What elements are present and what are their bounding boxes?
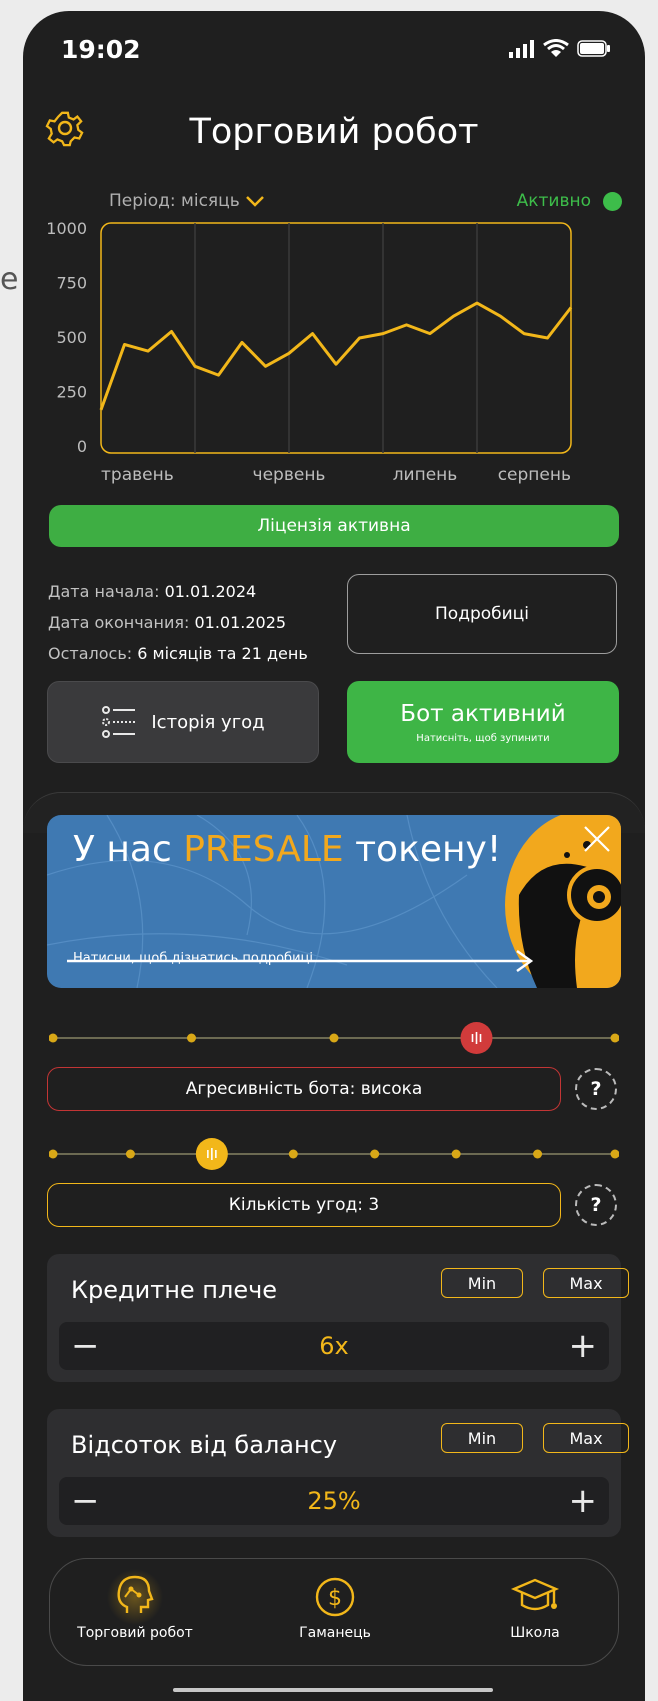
y-tick-label: 500	[56, 328, 87, 347]
graduation-cap-icon	[460, 1569, 610, 1625]
leverage-value: 6x	[319, 1332, 349, 1360]
status-time: 19:02	[61, 35, 141, 64]
slider-step	[329, 1033, 339, 1043]
robot-head-icon	[60, 1569, 210, 1625]
leverage-stepper: − 6x +	[59, 1322, 609, 1370]
list-icon	[102, 706, 136, 738]
percent-stepper: − 25% +	[59, 1477, 609, 1525]
remaining-label: Осталось:	[48, 644, 133, 663]
percent-max-button[interactable]: Max	[543, 1423, 629, 1453]
aggressiveness-slider[interactable]	[49, 1018, 619, 1058]
bot-hint-label: Натисніть, щоб зупинити	[416, 732, 550, 744]
license-dates: Дата начала: 01.01.2024 Дата окончания: …	[48, 576, 308, 669]
start-date-row: Дата начала: 01.01.2024	[48, 576, 308, 607]
slider-step	[49, 1033, 58, 1043]
svg-text:$: $	[328, 1586, 342, 1611]
chart-frame	[100, 222, 572, 454]
slider-step	[451, 1149, 461, 1159]
profit-chart: 1000 750 500 250 0 травень червень липень серпен…	[46, 219, 573, 485]
x-tick-label: серпень	[498, 465, 571, 485]
dollar-coin-icon: $	[260, 1569, 410, 1625]
active-status-label: Активно	[516, 191, 591, 211]
close-icon[interactable]	[583, 825, 611, 853]
slider-step	[49, 1149, 58, 1159]
balance-percent-title: Відсоток від балансу	[71, 1431, 338, 1459]
remaining-row: Осталось: 6 місяців та 21 день	[48, 638, 308, 669]
slider-step	[288, 1149, 298, 1159]
tab-school-label: Школа	[510, 1625, 560, 1641]
deals-count-label: Кількість угод: 3	[47, 1183, 561, 1227]
edge-text-fragment: e	[0, 262, 19, 297]
leverage-card: Кредитне плече Min Max − 6x +	[47, 1254, 629, 1382]
banner-title-suffix: токену!	[343, 829, 502, 870]
y-tick-label: 250	[56, 383, 87, 402]
bot-status-label: Бот активний	[400, 700, 566, 727]
presale-banner[interactable]: У нас PRESALE токену! Натисни, щоб дізна…	[47, 815, 621, 988]
aggressiveness-help-button[interactable]: ?	[575, 1068, 617, 1110]
page-title: Торговий робот	[189, 112, 479, 152]
leverage-min-button[interactable]: Min	[441, 1268, 523, 1298]
aggressiveness-label: Агресивність бота: висока	[47, 1067, 561, 1111]
banner-title-highlight: PRESALE	[183, 829, 344, 870]
tab-trading-robot[interactable]: Торговий робот	[60, 1569, 210, 1641]
percent-value: 25%	[307, 1487, 361, 1515]
leverage-max-button[interactable]: Max	[543, 1268, 629, 1298]
leverage-increase-button[interactable]: +	[569, 1326, 598, 1366]
slider-step	[187, 1033, 196, 1043]
banner-subtitle: Натисни, щоб дізнатись подробиці	[73, 951, 313, 966]
deals-slider[interactable]	[49, 1134, 619, 1174]
bot-toggle-button[interactable]: Бот активний Натисніть, щоб зупинити	[347, 681, 619, 763]
slider-step	[610, 1149, 619, 1159]
start-date-label: Дата начала:	[48, 582, 160, 601]
x-tick-label: липень	[393, 465, 458, 485]
tab-trading-robot-label: Торговий робот	[77, 1625, 193, 1641]
y-tick-label: 750	[56, 274, 87, 293]
x-tick-label: червень	[253, 465, 326, 485]
y-tick-label: 0	[77, 437, 87, 456]
license-status-bar: Ліцензія активна	[49, 505, 619, 547]
tab-wallet-label: Гаманець	[299, 1625, 371, 1641]
period-label: Період: місяць	[109, 191, 240, 211]
y-tick-label: 1000	[46, 219, 87, 238]
slider-step	[533, 1149, 543, 1159]
banner-title-prefix: У нас	[73, 829, 184, 870]
remaining-value: 6 місяців та 21 день	[137, 644, 308, 663]
home-indicator	[173, 1688, 493, 1692]
start-date-value: 01.01.2024	[164, 582, 257, 601]
end-date-row: Дата окончания: 01.01.2025	[48, 607, 308, 638]
wifi-icon	[543, 39, 569, 57]
phone-screen: 19:02 Торговий робот Період: місяць Акти	[23, 11, 645, 1701]
tab-wallet[interactable]: $ Гаманець	[260, 1569, 410, 1641]
end-date-value: 01.01.2025	[194, 613, 287, 632]
battery-icon	[577, 40, 610, 57]
trade-history-button[interactable]: Історія угод	[47, 681, 319, 763]
chevron-down-icon	[245, 196, 264, 207]
series-line	[99, 301, 573, 411]
x-tick-label: травень	[101, 465, 174, 485]
end-date-label: Дата окончания:	[48, 613, 190, 632]
signal-icon	[509, 39, 534, 58]
trade-history-label: Історія угод	[151, 711, 265, 733]
details-button[interactable]: Подробиці	[347, 574, 617, 654]
balance-percent-card: Відсоток від балансу Min Max − 25% +	[47, 1409, 629, 1537]
tab-school[interactable]: Школа	[460, 1569, 610, 1641]
active-indicator: Активно	[517, 191, 622, 211]
period-selector[interactable]: Період: місяць	[109, 191, 264, 211]
banner-title: У нас PRESALE токену!	[73, 829, 501, 870]
percent-increase-button[interactable]: +	[569, 1481, 598, 1521]
status-icons	[509, 39, 611, 58]
percent-min-button[interactable]: Min	[441, 1423, 523, 1453]
deals-help-button[interactable]: ?	[575, 1184, 617, 1226]
leverage-title: Кредитне плече	[71, 1276, 278, 1304]
slider-step	[370, 1149, 380, 1159]
status-dot	[603, 191, 622, 211]
slider-step	[610, 1033, 619, 1043]
slider-step	[125, 1149, 135, 1159]
bottom-tab-bar: Торговий робот $ Гаманець Школа	[49, 1558, 619, 1666]
